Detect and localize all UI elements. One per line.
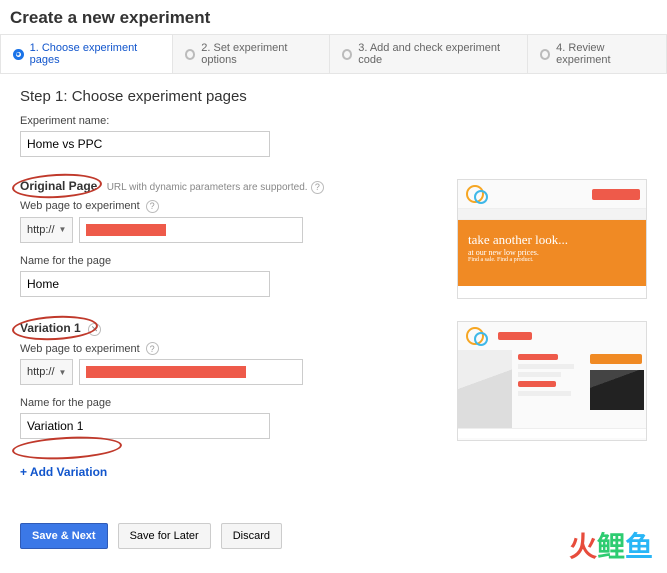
- add-variation-link[interactable]: + Add Variation: [20, 459, 107, 485]
- save-next-button[interactable]: Save & Next: [20, 523, 108, 549]
- cta-button-icon: [590, 354, 642, 364]
- help-icon[interactable]: ?: [146, 200, 159, 213]
- page-header: Create a new experiment: [0, 0, 667, 34]
- step-icon: [342, 49, 352, 60]
- step-label: 1. Choose experiment pages: [30, 42, 160, 66]
- hint-text: URL with dynamic parameters are supporte…: [107, 182, 308, 193]
- protocol-select[interactable]: http:// ▼: [20, 359, 73, 385]
- save-later-button[interactable]: Save for Later: [118, 523, 211, 549]
- page-name-input[interactable]: [20, 413, 270, 439]
- step-icon: [185, 49, 195, 60]
- step-label: 2. Set experiment options: [201, 42, 316, 66]
- web-page-label: Web page to experiment: [20, 343, 140, 355]
- step-4[interactable]: 4. Review experiment: [528, 35, 666, 73]
- page-title: Create a new experiment: [10, 8, 657, 28]
- variation-section: Variation 1 ✕ Web page to experiment ? h…: [20, 321, 647, 441]
- redacted-url: [86, 224, 166, 236]
- variation-heading: Variation 1 ✕: [20, 321, 101, 336]
- step-3[interactable]: 3. Add and check experiment code: [330, 35, 528, 73]
- button-row: Save & Next Save for Later Discard: [20, 523, 647, 559]
- experiment-name-input[interactable]: [20, 131, 270, 157]
- step-1[interactable]: 1. Choose experiment pages: [1, 35, 173, 73]
- main-content: Step 1: Choose experiment pages Experime…: [0, 74, 667, 573]
- redacted-bar: [498, 332, 532, 340]
- preview-photo-bw: [590, 370, 644, 410]
- step-label: 3. Add and check experiment code: [358, 42, 514, 66]
- remove-icon[interactable]: ✕: [88, 323, 101, 336]
- variation-preview: [457, 321, 647, 441]
- web-page-label: Web page to experiment: [20, 200, 140, 212]
- redacted-url: [86, 366, 246, 378]
- discard-button[interactable]: Discard: [221, 523, 282, 549]
- step-icon: [540, 49, 550, 60]
- chevron-down-icon: ▼: [59, 225, 67, 234]
- original-heading: Original Page URL with dynamic parameter…: [20, 179, 324, 194]
- chevron-down-icon: ▼: [59, 368, 67, 377]
- help-icon[interactable]: ?: [311, 181, 324, 194]
- logo-icon: [464, 184, 488, 204]
- step-2[interactable]: 2. Set experiment options: [173, 35, 330, 73]
- experiment-name-label: Experiment name:: [20, 115, 647, 127]
- original-section: Original Page URL with dynamic parameter…: [20, 179, 647, 299]
- protocol-select[interactable]: http:// ▼: [20, 217, 73, 243]
- wizard-steps: 1. Choose experiment pages 2. Set experi…: [0, 34, 667, 74]
- help-icon[interactable]: ?: [146, 342, 159, 355]
- logo-icon: [464, 326, 488, 346]
- step-title: Step 1: Choose experiment pages: [20, 88, 647, 105]
- url-input[interactable]: [79, 359, 303, 385]
- page-name-label: Name for the page: [20, 255, 437, 267]
- step-active-icon: [13, 49, 24, 60]
- preview-photo: [458, 350, 512, 428]
- page-name-input[interactable]: [20, 271, 270, 297]
- step-label: 4. Review experiment: [556, 42, 654, 66]
- page-name-label: Name for the page: [20, 397, 437, 409]
- url-input[interactable]: [79, 217, 303, 243]
- redacted-bar: [592, 189, 640, 200]
- original-preview: take another look... at our new low pric…: [457, 179, 647, 299]
